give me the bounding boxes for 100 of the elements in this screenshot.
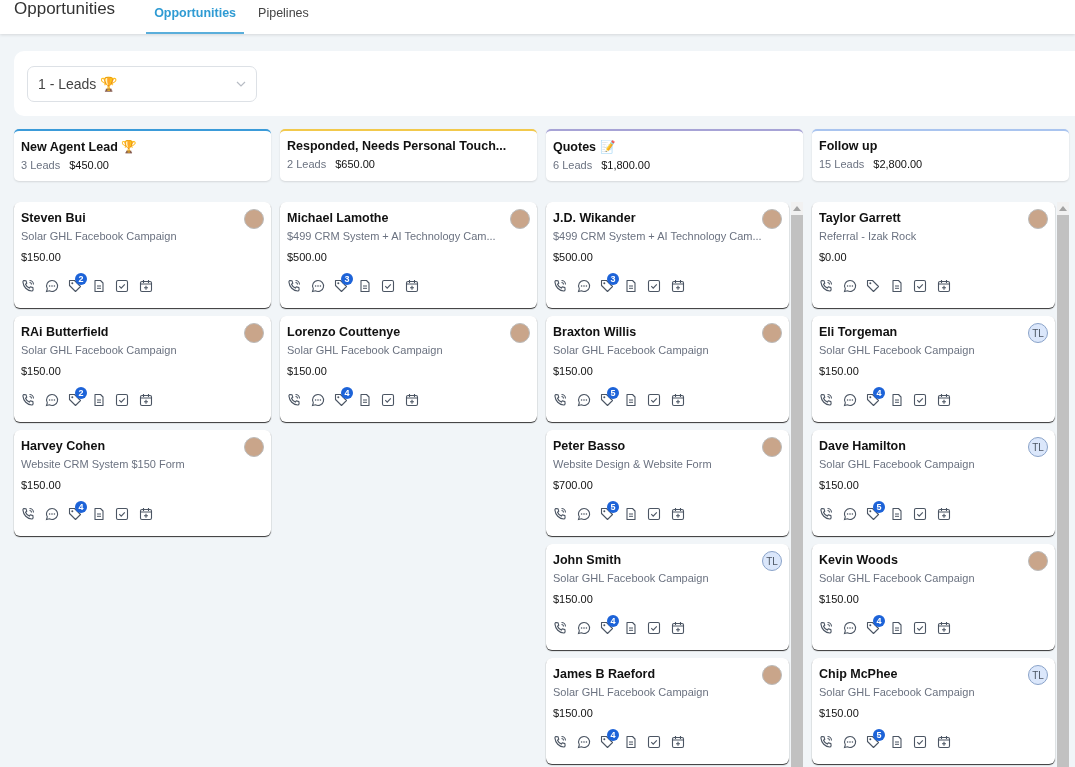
document-icon[interactable] [889,279,904,293]
phone-icon[interactable] [21,393,35,407]
phone-icon[interactable] [553,507,567,521]
opportunity-card[interactable]: Harvey Cohen Website CRM System $150 Form $150.00 4 [14,430,271,536]
chat-icon[interactable] [842,621,857,635]
calendar-plus-icon[interactable] [936,393,951,407]
document-icon[interactable] [623,393,638,407]
checkbox-icon[interactable] [913,507,927,521]
chat-icon[interactable] [842,393,857,407]
calendar-plus-icon[interactable] [936,735,951,749]
chat-icon[interactable] [576,621,591,635]
calendar-plus-icon[interactable] [936,279,951,293]
chat-icon[interactable] [842,735,857,749]
phone-icon[interactable] [819,621,833,635]
opportunity-card[interactable]: Steven Bui Solar GHL Facebook Campaign $150.00 2 [14,202,271,308]
document-icon[interactable] [91,279,106,293]
opportunity-card[interactable]: James B Raeford Solar GHL Facebook Campaign $150.00 4 [546,658,789,764]
checkbox-icon[interactable] [647,507,661,521]
opportunity-card[interactable]: Chip McPhee TL Solar GHL Facebook Campaign $150.00 5 [812,658,1055,764]
chat-icon[interactable] [310,393,325,407]
calendar-plus-icon[interactable] [670,621,685,635]
chat-icon[interactable] [576,279,591,293]
calendar-plus-icon[interactable] [404,393,419,407]
phone-icon[interactable] [287,279,301,293]
checkbox-icon[interactable] [647,735,661,749]
phone-icon[interactable] [21,507,35,521]
checkbox-icon[interactable] [115,279,129,293]
calendar-plus-icon[interactable] [138,279,153,293]
calendar-plus-icon[interactable] [404,279,419,293]
checkbox-icon[interactable] [381,393,395,407]
phone-icon[interactable] [553,735,567,749]
calendar-plus-icon[interactable] [138,507,153,521]
chat-icon[interactable] [842,279,857,293]
document-icon[interactable] [889,621,904,635]
document-icon[interactable] [623,621,638,635]
document-icon[interactable] [889,735,904,749]
calendar-plus-icon[interactable] [670,393,685,407]
opportunity-card[interactable]: Lorenzo Couttenye Solar GHL Facebook Campaign $150.00 4 [280,316,537,422]
document-icon[interactable] [623,735,638,749]
opportunity-card[interactable]: Peter Basso Website Design & Website Form $700.00 5 [546,430,789,536]
phone-icon[interactable] [819,279,833,293]
phone-icon[interactable] [553,279,567,293]
calendar-plus-icon[interactable] [670,507,685,521]
checkbox-icon[interactable] [913,393,927,407]
checkbox-icon[interactable] [913,735,927,749]
opportunity-card[interactable]: J.D. Wikander $499 CRM System + AI Technology Cam... $500.00 3 [546,202,789,308]
chat-icon[interactable] [576,507,591,521]
phone-icon[interactable] [819,393,833,407]
pipeline-select[interactable]: 1 - Leads 🏆 [27,65,257,102]
opportunity-card[interactable]: Eli Torgeman TL Solar GHL Facebook Campaign $150.00 4 [812,316,1055,422]
phone-icon[interactable] [819,735,833,749]
checkbox-icon[interactable] [913,279,927,293]
opportunity-card[interactable]: Michael Lamothe $499 CRM System + AI Technology Cam... $500.00 3 [280,202,537,308]
opportunity-card[interactable]: RAi Butterfield Solar GHL Facebook Campaign $150.00 2 [14,316,271,422]
document-icon[interactable] [91,507,106,521]
phone-icon[interactable] [287,393,301,407]
document-icon[interactable] [357,393,372,407]
amount: $150.00 [819,593,860,605]
tab[interactable]: Pipelines [250,6,317,34]
opportunity-card[interactable]: Taylor Garrett Referral - Izak Rock $0.00 [812,202,1055,308]
checkbox-icon[interactable] [647,621,661,635]
checkbox-icon[interactable] [647,279,661,293]
phone-icon[interactable] [553,393,567,407]
avatar-placeholder [762,665,782,685]
checkbox-icon[interactable] [647,393,661,407]
tag-icon[interactable] [866,279,880,293]
document-icon[interactable] [889,393,904,407]
calendar-plus-icon[interactable] [670,279,685,293]
phone-icon[interactable] [819,507,833,521]
phone-icon[interactable] [553,621,567,635]
chat-icon[interactable] [310,279,325,293]
checkbox-icon[interactable] [115,507,129,521]
phone-icon[interactable] [21,279,35,293]
opportunity-card[interactable]: Braxton Willis Solar GHL Facebook Campaign $150.00 5 [546,316,789,422]
chat-icon[interactable] [576,393,591,407]
amount: $150.00 [287,365,328,377]
avatar-placeholder [244,209,264,229]
document-icon[interactable] [889,507,904,521]
opportunity-card[interactable]: Kevin Woods Solar GHL Facebook Campaign $150.00 4 [812,544,1055,650]
chat-icon[interactable] [44,507,59,521]
document-icon[interactable] [623,279,638,293]
checkbox-icon[interactable] [115,393,129,407]
calendar-plus-icon[interactable] [936,621,951,635]
lead-source: Solar GHL Facebook Campaign [819,686,976,698]
checkbox-icon[interactable] [913,621,927,635]
document-icon[interactable] [91,393,106,407]
chat-icon[interactable] [576,735,591,749]
opportunity-card[interactable]: John Smith TL Solar GHL Facebook Campaign $150.00 4 [546,544,789,650]
chat-icon[interactable] [44,393,59,407]
checkbox-icon[interactable] [381,279,395,293]
calendar-plus-icon[interactable] [936,507,951,521]
chat-icon[interactable] [842,507,857,521]
document-icon[interactable] [357,279,372,293]
opportunity-card[interactable]: Dave Hamilton TL Solar GHL Facebook Campaign $150.00 5 [812,430,1055,536]
amount: $500.00 [553,251,594,263]
calendar-plus-icon[interactable] [670,735,685,749]
lead-source: Solar GHL Facebook Campaign [21,230,178,242]
document-icon[interactable] [623,507,638,521]
chat-icon[interactable] [44,279,59,293]
calendar-plus-icon[interactable] [138,393,153,407]
